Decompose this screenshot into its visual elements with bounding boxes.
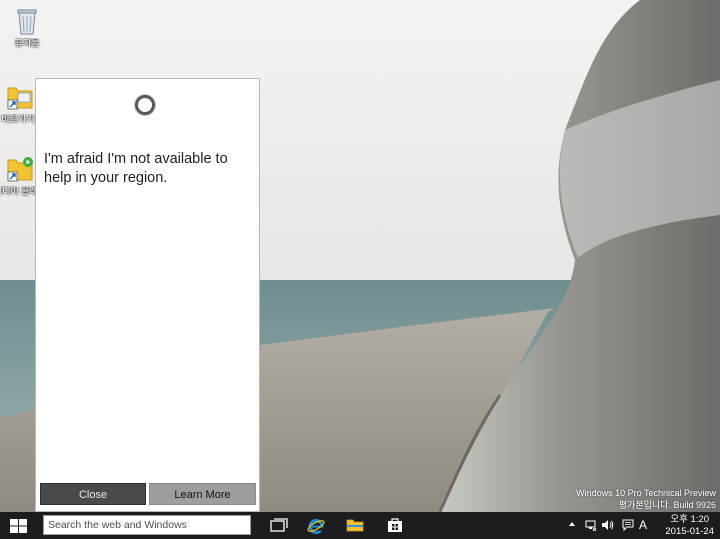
windows-logo-icon — [10, 519, 27, 533]
store-icon — [388, 518, 402, 532]
folder-icon — [346, 519, 364, 532]
ime-indicator[interactable]: A — [639, 518, 647, 532]
cortana-panel: I'm afraid I'm not available to help in … — [35, 78, 260, 512]
internet-explorer-button[interactable] — [298, 512, 334, 539]
task-view-button[interactable] — [261, 512, 297, 539]
action-center-icon[interactable] — [622, 519, 634, 534]
task-view-icon — [270, 518, 288, 532]
clock-time: 오후 1:20 — [670, 514, 709, 525]
store-button[interactable] — [378, 512, 414, 539]
taskbar: Search the web and Windows A 오후 1:20 201… — [0, 512, 720, 539]
watermark-line2: 평가본입니다. Build 9926 — [618, 500, 716, 510]
clock-date: 2015-01-24 — [665, 526, 714, 537]
learn-more-button[interactable]: Learn More — [149, 483, 256, 505]
close-button[interactable]: Close — [40, 483, 146, 505]
internet-explorer-icon — [307, 519, 325, 534]
clock[interactable]: 오후 1:20 2015-01-24 — [665, 514, 714, 538]
network-icon[interactable] — [585, 519, 597, 534]
folder-shortcut-icon — [2, 80, 34, 112]
system-tray: A — [566, 512, 656, 539]
cortana-ring-icon — [135, 95, 155, 115]
desktop-icon-label: 휴지통 — [14, 38, 40, 48]
desktop-icon-recycle-bin[interactable]: 휴지통 — [3, 4, 51, 49]
show-hidden-icons-chevron-icon[interactable] — [568, 520, 576, 531]
search-input[interactable]: Search the web and Windows — [43, 515, 251, 535]
start-button[interactable] — [0, 512, 36, 539]
build-watermark: Windows 10 Pro Technical Preview 평가본입니다.… — [576, 487, 716, 511]
media-folder-shortcut-icon — [2, 152, 34, 184]
volume-icon[interactable] — [601, 519, 614, 534]
watermark-line1: Windows 10 Pro Technical Preview — [576, 488, 716, 498]
file-explorer-button[interactable] — [337, 512, 373, 539]
cortana-message: I'm afraid I'm not available to help in … — [44, 151, 228, 186]
recycle-bin-icon — [11, 4, 43, 36]
